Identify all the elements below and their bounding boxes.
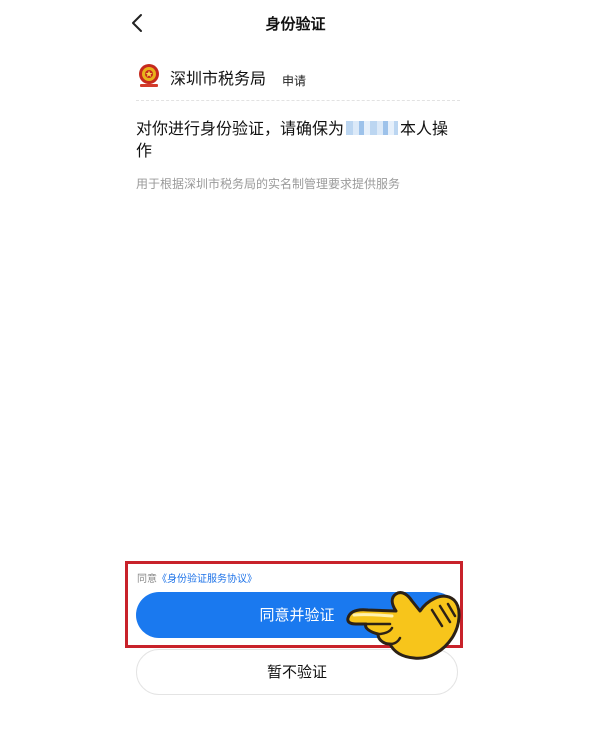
- agree-prefix: 同意: [137, 574, 157, 585]
- org-action-label: 申请: [282, 74, 307, 88]
- nav-bar: 身份验证: [0, 0, 591, 46]
- tax-bureau-emblem-icon: [139, 64, 159, 87]
- verify-statement: 对你进行身份验证，请确保为 本人操作: [136, 118, 462, 162]
- agreement-link[interactable]: 《身份验证服务协议》: [157, 574, 257, 585]
- agreement-row: 同意《身份验证服务协议》: [137, 570, 257, 585]
- divider: [136, 100, 460, 101]
- org-row: 深圳市税务局 申请: [136, 62, 460, 100]
- masked-user-name: [346, 121, 399, 135]
- verify-prefix: 对你进行身份验证，请确保为: [136, 119, 345, 138]
- pointing-hand-icon: [346, 591, 461, 660]
- purpose-description: 用于根据深圳市税务局的实名制管理要求提供服务: [136, 177, 401, 191]
- org-name: 深圳市税务局: [170, 69, 267, 88]
- page-title: 身份验证: [265, 15, 326, 33]
